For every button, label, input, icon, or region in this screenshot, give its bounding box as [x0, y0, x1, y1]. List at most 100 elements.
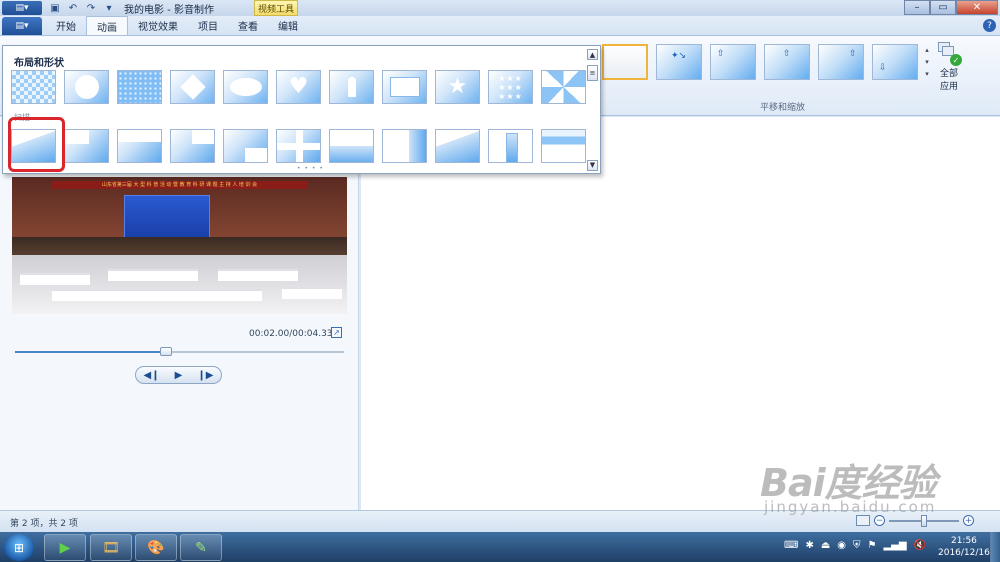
zoom-control: − + — [856, 514, 974, 527]
apply-all-icon: ✓ — [938, 42, 962, 66]
transition-band-vertical[interactable] — [382, 129, 427, 163]
next-frame-icon[interactable]: ❙▶ — [197, 370, 213, 381]
close-button[interactable]: ✕ — [956, 0, 998, 15]
pan-option-auto[interactable]: ✦↘ — [656, 44, 702, 80]
undo-icon[interactable]: ↶ — [66, 2, 80, 14]
transition-band-horizontal[interactable] — [329, 129, 374, 163]
tab-edit[interactable]: 编辑 — [268, 16, 308, 35]
taskbar-media-player[interactable]: ▶ — [44, 534, 86, 561]
update-icon[interactable]: ◉ — [837, 540, 846, 551]
gallery-resize-grip[interactable]: • • • • — [297, 165, 324, 172]
video-preview[interactable]: 山东省第三届 大 型 科 普 活 动 暨 教 育 科 研 课 题 主 持 人 培… — [12, 177, 347, 314]
start-button[interactable]: ⊞ — [4, 534, 34, 561]
flag-icon[interactable]: ⚑ — [868, 540, 877, 551]
clock[interactable]: 21:56 2016/12/16 — [938, 535, 990, 559]
transition-circle[interactable] — [64, 70, 109, 104]
seek-handle[interactable] — [160, 347, 173, 356]
scroll-thumb[interactable]: ≡ — [587, 64, 598, 81]
redo-icon[interactable]: ↷ — [84, 2, 98, 14]
transition-keyhole[interactable] — [329, 70, 374, 104]
taskbar-paint[interactable]: 🎨 — [135, 534, 177, 561]
pan-gallery-scroll[interactable]: ▴ ▾ ▾ — [922, 44, 932, 82]
pan-option-up-left[interactable]: ⇧ — [710, 44, 756, 80]
baidu-watermark: Bai度经验 jingyan.baidu.com — [760, 452, 937, 516]
transition-diamond[interactable] — [170, 70, 215, 104]
transition-checkerboard[interactable] — [11, 70, 56, 104]
ribbon-tabs: ▤▾ 开始 动画 视觉效果 项目 查看 编辑 ? — [0, 16, 1000, 36]
customize-icon[interactable]: ▾ — [102, 2, 116, 14]
show-desktop-button[interactable] — [990, 532, 1000, 562]
taskbar-editor[interactable]: ✎ — [180, 534, 222, 561]
watermark-url: jingyan.baidu.com — [764, 498, 937, 516]
transition-stripe[interactable] — [541, 129, 586, 163]
minimize-button[interactable]: – — [904, 0, 930, 15]
help-icon[interactable]: ? — [983, 19, 996, 32]
video-banner-text: 山东省第三届 大 型 科 普 活 动 暨 教 育 科 研 课 题 主 持 人 培… — [52, 181, 307, 189]
transition-cross[interactable] — [276, 129, 321, 163]
pan-option-down[interactable]: ⇩ — [872, 44, 918, 80]
bluetooth-icon[interactable]: ✱ — [805, 540, 813, 551]
window-title: 我的电影 - 影音制作 — [124, 4, 214, 16]
tab-view[interactable]: 查看 — [228, 16, 268, 35]
item-count: 第 2 项，共 2 项 — [10, 519, 78, 529]
zoom-handle[interactable] — [921, 514, 927, 527]
scroll-down-icon[interactable]: ▼ — [587, 159, 598, 171]
transition-star[interactable]: ★ — [435, 70, 480, 104]
security-icon[interactable]: ⛨ — [853, 540, 861, 551]
pan-zoom-group-label: 平移和缩放 — [760, 103, 806, 113]
tab-visual-effects[interactable]: 视觉效果 — [128, 16, 188, 35]
context-tab-video-tools: 视频工具 — [254, 0, 298, 16]
network-icon[interactable]: ▂▄▆ — [883, 540, 906, 551]
gallery-row-2 — [11, 129, 586, 163]
transition-reveal-top[interactable] — [117, 129, 162, 163]
window-controls: – ▭ ✕ — [904, 0, 998, 15]
volume-icon[interactable]: 🔇 — [914, 540, 926, 551]
save-icon[interactable]: ▣ — [48, 2, 62, 14]
gallery-scrollbar[interactable]: ▲ ≡ ▼ — [587, 49, 598, 171]
transition-ellipse[interactable] — [223, 70, 268, 104]
app-menu-button[interactable]: ▤▾ — [2, 1, 42, 15]
tab-animations[interactable]: 动画 — [86, 16, 128, 35]
transition-fan[interactable] — [541, 70, 586, 104]
system-tray: ⌨ ✱ ⏏ ◉ ⛨ ⚑ ▂▄▆ 🔇 — [784, 540, 926, 551]
pan-option-up[interactable]: ⇧ — [764, 44, 810, 80]
quick-access-toolbar: ▣ ↶ ↷ ▾ — [48, 2, 116, 14]
gallery-row-1: ♥ ★ ★★★ ★★★ ★★★ — [11, 70, 586, 104]
transition-diagonal[interactable] — [435, 129, 480, 163]
apply-all-button[interactable]: ✓ 全部应用 — [936, 42, 962, 92]
transition-pillar[interactable] — [488, 129, 533, 163]
pan-option-up-right[interactable]: ⇧ — [818, 44, 864, 80]
maximize-button[interactable]: ▭ — [930, 0, 956, 15]
playback-controls: ◀❙ ▶ ❙▶ — [135, 366, 222, 384]
transition-heart[interactable]: ♥ — [276, 70, 321, 104]
previous-frame-icon[interactable]: ◀❙ — [144, 370, 160, 381]
transition-reveal-top-left[interactable] — [64, 129, 109, 163]
seek-progress — [15, 351, 167, 353]
tab-project[interactable]: 项目 — [188, 16, 228, 35]
usb-icon[interactable]: ⏏ — [821, 540, 830, 551]
seek-bar[interactable] — [15, 347, 344, 356]
scroll-up-icon[interactable]: ▲ — [587, 49, 598, 60]
pan-zoom-gallery: ✦↘ ⇧ ⇧ ⇧ ⇩ — [602, 44, 918, 80]
file-menu-button[interactable]: ▤▾ — [2, 17, 42, 35]
keyboard-icon[interactable]: ⌨ — [784, 540, 798, 551]
zoom-out-icon[interactable]: − — [874, 515, 885, 526]
preview-pane: 山东省第三届 大 型 科 普 活 动 暨 教 育 科 研 课 题 主 持 人 培… — [0, 117, 359, 510]
play-icon[interactable]: ▶ — [175, 370, 183, 381]
taskbar: ⊞ ▶ 🎞 🎨 ✎ ⌨ ✱ ⏏ ◉ ⛨ ⚑ ▂▄▆ 🔇 21:56 2016/1… — [0, 532, 1000, 562]
transition-rectangle[interactable] — [382, 70, 427, 104]
zoom-slider[interactable] — [889, 514, 959, 527]
fullscreen-icon[interactable]: ↗ — [331, 327, 342, 338]
zoom-in-icon[interactable]: + — [963, 515, 974, 526]
taskbar-movie-maker[interactable]: 🎞 — [90, 534, 132, 561]
tab-home[interactable]: 开始 — [46, 16, 86, 35]
transition-reveal-bottom-right[interactable] — [223, 129, 268, 163]
pan-option-none[interactable] — [602, 44, 648, 80]
transition-stars[interactable]: ★★★ ★★★ ★★★ — [488, 70, 533, 104]
gallery-section-layout: 布局和形状 — [14, 58, 64, 69]
transition-reveal-top-right[interactable] — [170, 129, 215, 163]
transition-dots[interactable] — [117, 70, 162, 104]
playback-time: 00:02.00/00:04.33 — [249, 329, 333, 339]
thumbnail-size-icon[interactable] — [856, 515, 870, 526]
transition-gallery-dropdown: 布局和形状 ♥ ★ ★★★ ★★★ ★★★ 扫描 ▲ ≡ ▼ • • • • — [2, 45, 601, 174]
